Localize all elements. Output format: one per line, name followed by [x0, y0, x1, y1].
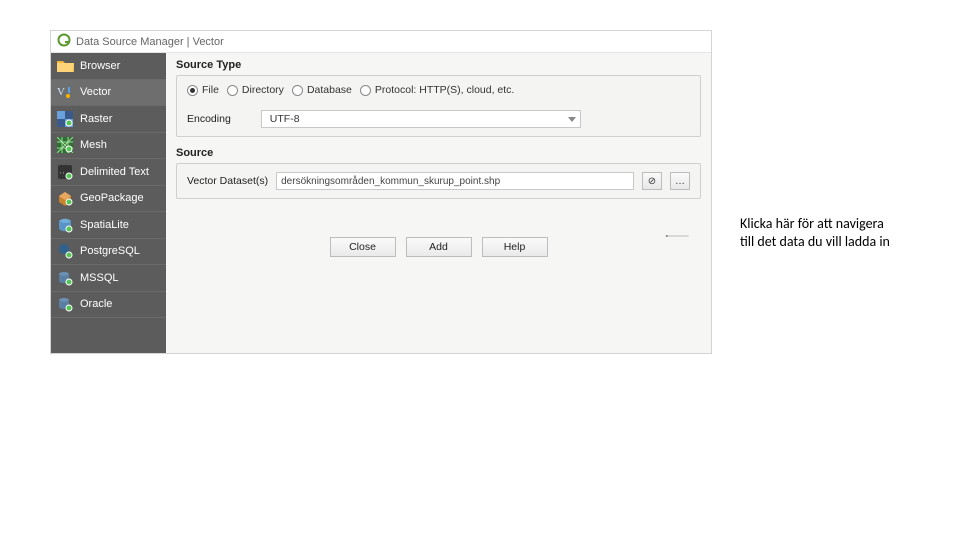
- radio-label: Protocol: HTTP(S), cloud, etc.: [375, 84, 514, 96]
- radio-file[interactable]: File: [187, 84, 219, 96]
- sidebar-item-label: Oracle: [80, 298, 112, 310]
- annotation-text: Klicka här för att navigera till det dat…: [740, 215, 945, 250]
- sidebar: Browser V Vector Raster Mesh: [51, 53, 166, 353]
- sidebar-item-vector[interactable]: V Vector: [51, 80, 166, 107]
- window-title: Data Source Manager | Vector: [76, 36, 224, 48]
- sidebar-item-label: Mesh: [80, 139, 107, 151]
- sidebar-item-label: Vector: [80, 86, 111, 98]
- sidebar-item-label: GeoPackage: [80, 192, 144, 204]
- source-type-group: File Directory Database Protocol: HTTP(S…: [176, 75, 701, 137]
- help-button[interactable]: Help: [482, 237, 548, 257]
- radio-dot-icon: [360, 85, 371, 96]
- close-button[interactable]: Close: [330, 237, 396, 257]
- source-group: Vector Dataset(s) dersökningsområden_kom…: [176, 163, 701, 199]
- source-type-title: Source Type: [176, 59, 701, 71]
- sidebar-item-mssql[interactable]: MSSQL: [51, 265, 166, 292]
- encoding-value: UTF-8: [270, 113, 300, 125]
- radio-label: Database: [307, 84, 352, 96]
- mssql-icon: [56, 269, 74, 287]
- clear-icon: ⊘: [648, 176, 656, 187]
- oracle-icon: [56, 295, 74, 313]
- geopackage-icon: [56, 189, 74, 207]
- sidebar-item-delimited[interactable]: , , Delimited Text: [51, 159, 166, 186]
- sidebar-item-geopackage[interactable]: GeoPackage: [51, 186, 166, 213]
- radio-label: File: [202, 84, 219, 96]
- sidebar-item-label: Delimited Text: [80, 166, 149, 178]
- radio-label: Directory: [242, 84, 284, 96]
- svg-text:V: V: [57, 86, 65, 98]
- radio-dot-icon: [187, 85, 198, 96]
- sidebar-item-label: MSSQL: [80, 272, 119, 284]
- spatialite-icon: [56, 216, 74, 234]
- delimited-icon: , ,: [56, 163, 74, 181]
- sidebar-item-browser[interactable]: Browser: [51, 53, 166, 80]
- sidebar-item-oracle[interactable]: Oracle: [51, 292, 166, 319]
- chevron-down-icon: [568, 117, 576, 122]
- raster-icon: [56, 110, 74, 128]
- annotation-line2: till det data du vill ladda in: [740, 233, 945, 251]
- postgresql-icon: [56, 242, 74, 260]
- clear-button[interactable]: ⊘: [642, 172, 662, 190]
- add-button[interactable]: Add: [406, 237, 472, 257]
- radio-database[interactable]: Database: [292, 84, 352, 96]
- browse-button[interactable]: …: [670, 172, 690, 190]
- data-source-manager-dialog: Data Source Manager | Vector Browser V V…: [50, 30, 712, 354]
- source-title: Source: [176, 147, 701, 159]
- svg-text:, ,: , ,: [60, 169, 64, 175]
- dataset-value: dersökningsområden_kommun_skurup_point.s…: [281, 176, 500, 187]
- radio-dot-icon: [227, 85, 238, 96]
- sidebar-item-label: Raster: [80, 113, 112, 125]
- sidebar-item-spatialite[interactable]: SpatiaLite: [51, 212, 166, 239]
- radio-dot-icon: [292, 85, 303, 96]
- ellipsis-icon: …: [675, 176, 685, 187]
- qgis-icon: [57, 33, 71, 50]
- annotation-line1: Klicka här för att navigera: [740, 215, 945, 233]
- sidebar-item-raster[interactable]: Raster: [51, 106, 166, 133]
- dataset-input[interactable]: dersökningsområden_kommun_skurup_point.s…: [276, 172, 634, 190]
- mesh-icon: [56, 136, 74, 154]
- sidebar-item-label: Browser: [80, 60, 120, 72]
- sidebar-item-postgresql[interactable]: PostgreSQL: [51, 239, 166, 266]
- dataset-label: Vector Dataset(s): [187, 175, 268, 187]
- radio-protocol[interactable]: Protocol: HTTP(S), cloud, etc.: [360, 84, 514, 96]
- encoding-label: Encoding: [187, 113, 231, 125]
- encoding-combo[interactable]: UTF-8: [261, 110, 581, 128]
- sidebar-item-label: SpatiaLite: [80, 219, 129, 231]
- vector-icon: V: [56, 83, 74, 101]
- sidebar-item-label: PostgreSQL: [80, 245, 140, 257]
- sidebar-item-mesh[interactable]: Mesh: [51, 133, 166, 160]
- folder-icon: [56, 57, 74, 75]
- titlebar: Data Source Manager | Vector: [51, 31, 711, 53]
- radio-directory[interactable]: Directory: [227, 84, 284, 96]
- main-panel: Source Type File Directory Database: [166, 53, 711, 353]
